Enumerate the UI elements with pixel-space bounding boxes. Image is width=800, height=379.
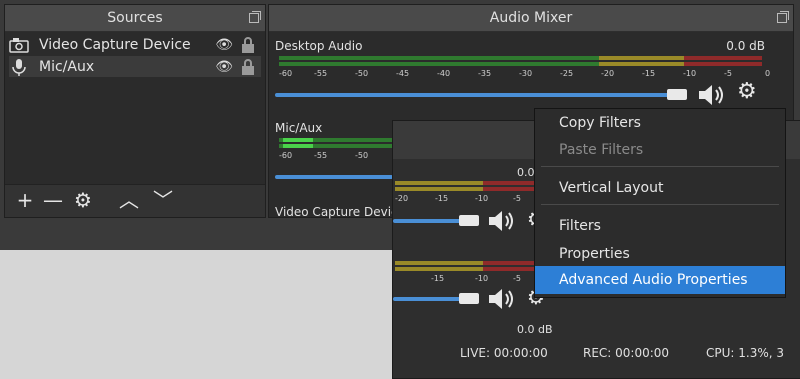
tick-label: -25 bbox=[560, 69, 574, 78]
source-item-video[interactable]: Video Capture Device 👁 bbox=[9, 34, 261, 55]
status-live: LIVE: 00:00:00 bbox=[460, 346, 548, 360]
menu-item-filters[interactable]: Filters bbox=[535, 212, 785, 240]
source-label: Mic/Aux bbox=[39, 58, 95, 75]
context-menu: Copy Filters Paste Filters Vertical Layo… bbox=[534, 108, 786, 298]
meter-green bbox=[279, 56, 599, 60]
volume-slider-mic[interactable] bbox=[275, 175, 393, 179]
tick-label: -30 bbox=[519, 69, 533, 78]
arrow-up-icon[interactable]: ︿ bbox=[117, 188, 141, 212]
add-icon[interactable]: + bbox=[13, 188, 37, 212]
lock-icon[interactable] bbox=[241, 58, 255, 76]
camera-icon bbox=[9, 37, 29, 53]
menu-item-advanced-audio-properties[interactable]: Advanced Audio Properties bbox=[535, 266, 785, 294]
sources-title: Sources bbox=[5, 5, 265, 32]
channel-name-video: Video Capture Device bbox=[275, 205, 406, 219]
mixer-title: Audio Mixer bbox=[269, 5, 793, 32]
meter-yellow bbox=[599, 56, 684, 60]
meter-yellow bbox=[395, 261, 483, 265]
tick-label: 0 bbox=[765, 69, 771, 78]
sources-toolbar: + — ⚙ ︿ ﹀ bbox=[5, 184, 265, 217]
tick-label: -50 bbox=[355, 69, 369, 78]
tick-label: -20 bbox=[601, 69, 615, 78]
tick-label: -55 bbox=[314, 69, 328, 78]
source-label: Video Capture Device bbox=[39, 36, 191, 53]
meter-yellow bbox=[395, 181, 483, 185]
meter-level bbox=[283, 138, 313, 142]
scale-ticks: -60 -55 -50 -45 -40 -35 -30 -25 -20 -15 … bbox=[279, 69, 771, 81]
channel-name-mic: Mic/Aux bbox=[275, 121, 323, 135]
tick-label: -15 bbox=[642, 69, 656, 78]
tick-label: -60 bbox=[279, 69, 293, 78]
tick-label: -15 bbox=[435, 194, 449, 203]
volume-slider[interactable] bbox=[393, 219, 463, 223]
meter-red bbox=[684, 56, 762, 60]
gear-icon[interactable]: ⚙ bbox=[71, 188, 95, 212]
status-cpu: CPU: 1.3%, 3 bbox=[706, 346, 785, 360]
tick-label: -35 bbox=[478, 69, 492, 78]
volume-handle[interactable] bbox=[459, 293, 479, 304]
visibility-eye-icon[interactable]: 👁 bbox=[215, 59, 233, 75]
status-rec: REC: 00:00:00 bbox=[583, 346, 670, 360]
tick-label: -60 bbox=[279, 151, 293, 160]
meter-yellow bbox=[395, 267, 483, 271]
menu-item-properties[interactable]: Properties bbox=[535, 240, 785, 268]
tick-label: -10 bbox=[683, 69, 697, 78]
gear-icon[interactable]: ⚙ bbox=[737, 79, 757, 104]
meter-level bbox=[283, 144, 313, 148]
menu-separator bbox=[541, 166, 779, 167]
volume-handle[interactable] bbox=[667, 89, 687, 100]
tick-label: -10 bbox=[475, 194, 489, 203]
menu-item-copy-filters[interactable]: Copy Filters bbox=[535, 109, 785, 137]
meter-yellow bbox=[395, 187, 483, 191]
volume-slider-desktop[interactable] bbox=[275, 93, 671, 97]
channel-name-desktop: Desktop Audio bbox=[275, 39, 363, 53]
source-item-mic[interactable]: Mic/Aux 👁 bbox=[9, 56, 261, 77]
menu-item-paste-filters[interactable]: Paste Filters bbox=[535, 136, 785, 164]
undock-icon[interactable] bbox=[777, 11, 789, 23]
visibility-eye-icon[interactable]: 👁 bbox=[215, 37, 233, 53]
meter-green bbox=[279, 62, 599, 66]
tick-label: -5 bbox=[724, 69, 732, 78]
sources-panel: Sources Video Capture Device 👁 Mic/Aux 👁… bbox=[4, 4, 266, 218]
meter-yellow bbox=[599, 62, 684, 66]
arrow-down-icon[interactable]: ﹀ bbox=[151, 188, 175, 212]
channel-db-desktop: 0.0 dB bbox=[726, 39, 765, 53]
tick-label: -55 bbox=[314, 151, 328, 160]
undock-icon[interactable] bbox=[249, 11, 261, 23]
lock-icon[interactable] bbox=[241, 36, 255, 54]
menu-separator bbox=[541, 204, 779, 205]
speaker-icon[interactable] bbox=[487, 287, 517, 311]
speaker-icon[interactable] bbox=[697, 83, 727, 107]
speaker-icon[interactable] bbox=[487, 209, 517, 233]
tick-label: -20 bbox=[395, 194, 409, 203]
channel-db: 0.0 dB bbox=[517, 323, 553, 336]
microphone-icon bbox=[12, 58, 26, 76]
scale-ticks: -60 -55 -50 bbox=[279, 151, 399, 163]
menu-item-vertical-layout[interactable]: Vertical Layout bbox=[535, 174, 785, 202]
volume-slider[interactable] bbox=[393, 297, 463, 301]
tick-label: -50 bbox=[355, 151, 369, 160]
tick-label: -40 bbox=[437, 69, 451, 78]
remove-icon[interactable]: — bbox=[41, 188, 65, 212]
tick-label: -5 bbox=[513, 194, 521, 203]
tick-label: -45 bbox=[396, 69, 410, 78]
tick-label: -15 bbox=[431, 274, 445, 283]
tick-label: -5 bbox=[513, 274, 521, 283]
tick-label: -10 bbox=[475, 274, 489, 283]
volume-handle[interactable] bbox=[459, 215, 479, 226]
meter-red bbox=[684, 62, 762, 66]
